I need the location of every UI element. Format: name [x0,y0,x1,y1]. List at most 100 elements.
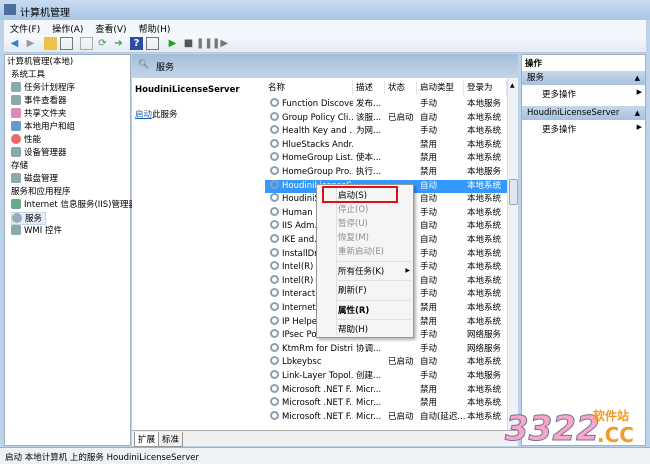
cell-wrap: 本地系统 [467,248,510,262]
service-name: HoudiniLicenseServer [135,85,240,95]
cell: Microsoft .NET F... [282,411,353,422]
tree-item-services[interactable]: 服务 [11,212,47,225]
table-row[interactable]: Group Policy Cli... 该服... 已启动 自动 本地系统 [265,111,507,126]
menu-item-help[interactable]: 帮助(H) [338,323,368,335]
cell-wrap: 已启动 [388,112,420,126]
menu-item-resume[interactable]: 恢复(M) [338,231,369,243]
tree-item[interactable]: 设备管理器 [11,147,67,160]
menu-item-properties[interactable]: 属性(R) [338,304,369,316]
table-row[interactable]: Lbkeybsc 已启动 自动 本地系统 [265,356,507,370]
table-row[interactable]: KtmRm for Distri...协调... 手动 网络服务 [265,342,507,357]
col-status[interactable]: 状态 [385,81,417,95]
more-actions[interactable]: 更多操作 ▶ [542,88,642,100]
tree-item[interactable]: 磁盘管理 [11,173,58,186]
cell-wrap: Link-Layer Topol... [265,370,353,384]
cell: 协调... [356,343,382,354]
cell-wrap: Microsoft .NET F... [265,397,353,411]
cell: 执行... [356,167,382,177]
cell-wrap: 本地系统 [467,261,510,275]
table-row[interactable]: Health Key and ... 为网... 手动 本地系统 [265,125,507,139]
table-row[interactable]: HomeGroup List... 使本... 禁用 本地系统 [265,152,507,166]
cell-wrap: 本地系统 [467,234,510,248]
forward-icon[interactable]: ▶ [24,37,37,50]
stop-icon[interactable]: ■ [182,37,195,50]
menu-action[interactable]: 操作(A) [46,20,89,35]
gear-icon [270,329,279,339]
show-tree-icon[interactable] [60,37,73,50]
tree-item[interactable]: 事件查看器 [11,95,67,108]
more-actions[interactable]: 更多操作 ▶ [542,123,642,135]
tree-item[interactable]: 本地用户和组 [11,121,75,134]
col-description[interactable]: 描述 [353,81,385,95]
up-folder-icon[interactable] [44,37,57,50]
cell-wrap: 禁用 [420,139,467,153]
table-row[interactable]: Microsoft .NET F... Micr... 禁用 本地系统 [265,383,507,398]
table-row[interactable]: HlueStacks Andr... 禁用 本地系统 [265,138,507,153]
help-icon[interactable]: ? [130,37,143,50]
cell: 本地系统 [467,275,502,286]
export-icon[interactable] [80,37,93,50]
tree-item[interactable]: 服务和应用程序 [11,186,71,199]
tree-item[interactable]: Internet 信息服务(IIS)管理器 [11,199,137,212]
action-pane-icon[interactable] [146,37,159,50]
tab-standard[interactable]: 标准 [158,432,184,447]
col-logon-as[interactable]: 登录为 [464,81,507,95]
cell-wrap: 本地系统 [467,207,510,221]
service-action-text: 启动此服务 [135,110,178,120]
menu-item-all-tasks[interactable]: 所有任务(K) ▶ [338,265,410,277]
menu-item-stop[interactable]: 停止(O) [338,203,368,215]
cell-wrap: Group Policy Cli... [265,111,353,126]
menu-item-restart[interactable]: 重新启动(E) [338,245,384,257]
tree-item[interactable]: 性能 [11,134,41,147]
table-row[interactable]: Microsoft .NET F... Micr... 禁用 本地系统 [265,397,507,411]
menu-file[interactable]: 文件(F) [4,20,46,35]
menu-view[interactable]: 查看(V) [89,20,132,35]
tree-item[interactable]: 系统工具 [11,69,45,82]
cell: 手动 [420,289,438,300]
cell: 自动 [420,180,438,191]
actions-section-services[interactable]: 服务 ▲ [522,71,645,85]
menu-help[interactable]: 帮助(H) [133,20,177,35]
cell-wrap: 自动 [420,234,467,248]
col-startup-type[interactable]: 启动类型 [417,81,464,95]
tree-item[interactable]: 共享文件夹 [11,108,67,121]
tree-root[interactable]: 计算机管理(本地) [7,56,73,69]
cell: 发布... [356,99,382,109]
tree-item[interactable]: WMI 控件 [11,225,62,238]
gear-icon [270,220,279,230]
table-row[interactable]: Link-Layer Topol... 创建... 手动 本地服务 [265,370,507,384]
cell: 手动 [420,99,438,109]
refresh-icon[interactable]: ⟳ [96,37,109,50]
back-icon[interactable]: ◀ [8,37,21,50]
menu-item-pause[interactable]: 暂停(U) [338,217,368,229]
start-service-link[interactable]: 启动 [135,110,152,120]
cell: 本地服务 [467,167,502,177]
table-row[interactable]: HomeGroup Pro... 执行... 禁用 本地服务 [265,166,507,180]
cell-wrap: 为网... [356,125,388,139]
cell: 手动 [420,207,438,218]
actions-section-service[interactable]: HoudiniLicenseServer ▲ [522,106,645,120]
collapse-icon[interactable]: ▲ [635,71,640,85]
col-name[interactable]: 名称 [265,81,353,95]
cell-wrap: 禁用 [420,384,467,398]
performance-icon [11,134,21,144]
cell: 本地服务 [467,99,502,109]
table-row[interactable]: Function Discove...发布... 手动 本地服务 [265,98,507,112]
start-icon[interactable]: ▶ [166,37,179,50]
cell-wrap: Lbkeybsc [265,356,353,370]
cell-wrap: Micr... [356,384,388,398]
scroll-thumb[interactable] [509,179,518,205]
pause-icon[interactable]: ❚❚ [196,37,213,50]
export-list-icon[interactable]: ➔ [112,37,125,50]
resume-icon[interactable]: ❚▶ [212,37,228,50]
cell: 禁用 [420,303,438,313]
tab-extended[interactable]: 扩展 [134,432,160,447]
scroll-up-icon[interactable]: ▲ [510,82,515,89]
vertical-scrollbar[interactable]: ▲ [507,78,518,430]
tree-item[interactable]: 任务计划程序 [11,82,75,95]
gear-icon [270,302,279,311]
tree-item[interactable]: 存储 [11,160,28,173]
menu-item-refresh[interactable]: 刷新(F) [338,284,367,296]
collapse-icon[interactable]: ▲ [635,106,640,120]
table-row[interactable]: Microsoft .NET F... Micr... 已启动 自动(延迟... 本地系… [265,410,507,425]
